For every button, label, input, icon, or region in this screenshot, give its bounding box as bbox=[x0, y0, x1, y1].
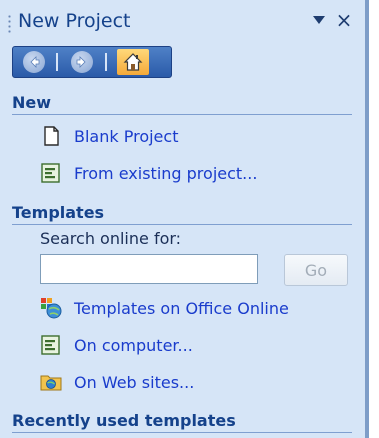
section-heading-recent: Recently used templates bbox=[12, 410, 352, 433]
search-online-input[interactable] bbox=[40, 254, 258, 284]
go-button[interactable]: Go bbox=[284, 254, 348, 286]
link-label: Blank Project bbox=[74, 127, 179, 146]
toolbar-separator bbox=[56, 53, 58, 71]
home-button[interactable] bbox=[117, 49, 149, 75]
link-label: On computer... bbox=[74, 336, 193, 355]
link-label: Templates on Office Online bbox=[74, 299, 289, 318]
task-pane: New Project × New Blank Project From exi… bbox=[0, 0, 365, 438]
task-pane-titlebar: New Project × bbox=[0, 0, 365, 44]
office-online-icon bbox=[41, 298, 62, 319]
web-folder-icon bbox=[40, 375, 62, 391]
project-file-icon bbox=[41, 163, 60, 183]
pane-title: New Project bbox=[18, 10, 131, 32]
link-label: From existing project... bbox=[74, 164, 258, 183]
dropdown-arrow-icon[interactable] bbox=[313, 16, 325, 24]
forward-arrow-icon bbox=[76, 56, 86, 68]
forward-button[interactable] bbox=[71, 51, 93, 73]
back-button[interactable] bbox=[23, 51, 45, 73]
blank-document-icon bbox=[44, 126, 59, 146]
search-online-label: Search online for: bbox=[40, 229, 182, 248]
toolbar-separator bbox=[105, 53, 107, 71]
home-icon bbox=[123, 53, 143, 71]
close-button[interactable]: × bbox=[333, 7, 355, 33]
drag-grip-icon[interactable] bbox=[8, 14, 11, 34]
project-file-icon bbox=[41, 335, 60, 355]
navigation-toolbar bbox=[12, 46, 172, 78]
back-arrow-icon bbox=[30, 56, 40, 68]
link-label: On Web sites... bbox=[74, 373, 195, 392]
section-heading-templates: Templates bbox=[12, 202, 352, 225]
window-margin bbox=[369, 0, 379, 438]
section-heading-new: New bbox=[12, 92, 352, 115]
